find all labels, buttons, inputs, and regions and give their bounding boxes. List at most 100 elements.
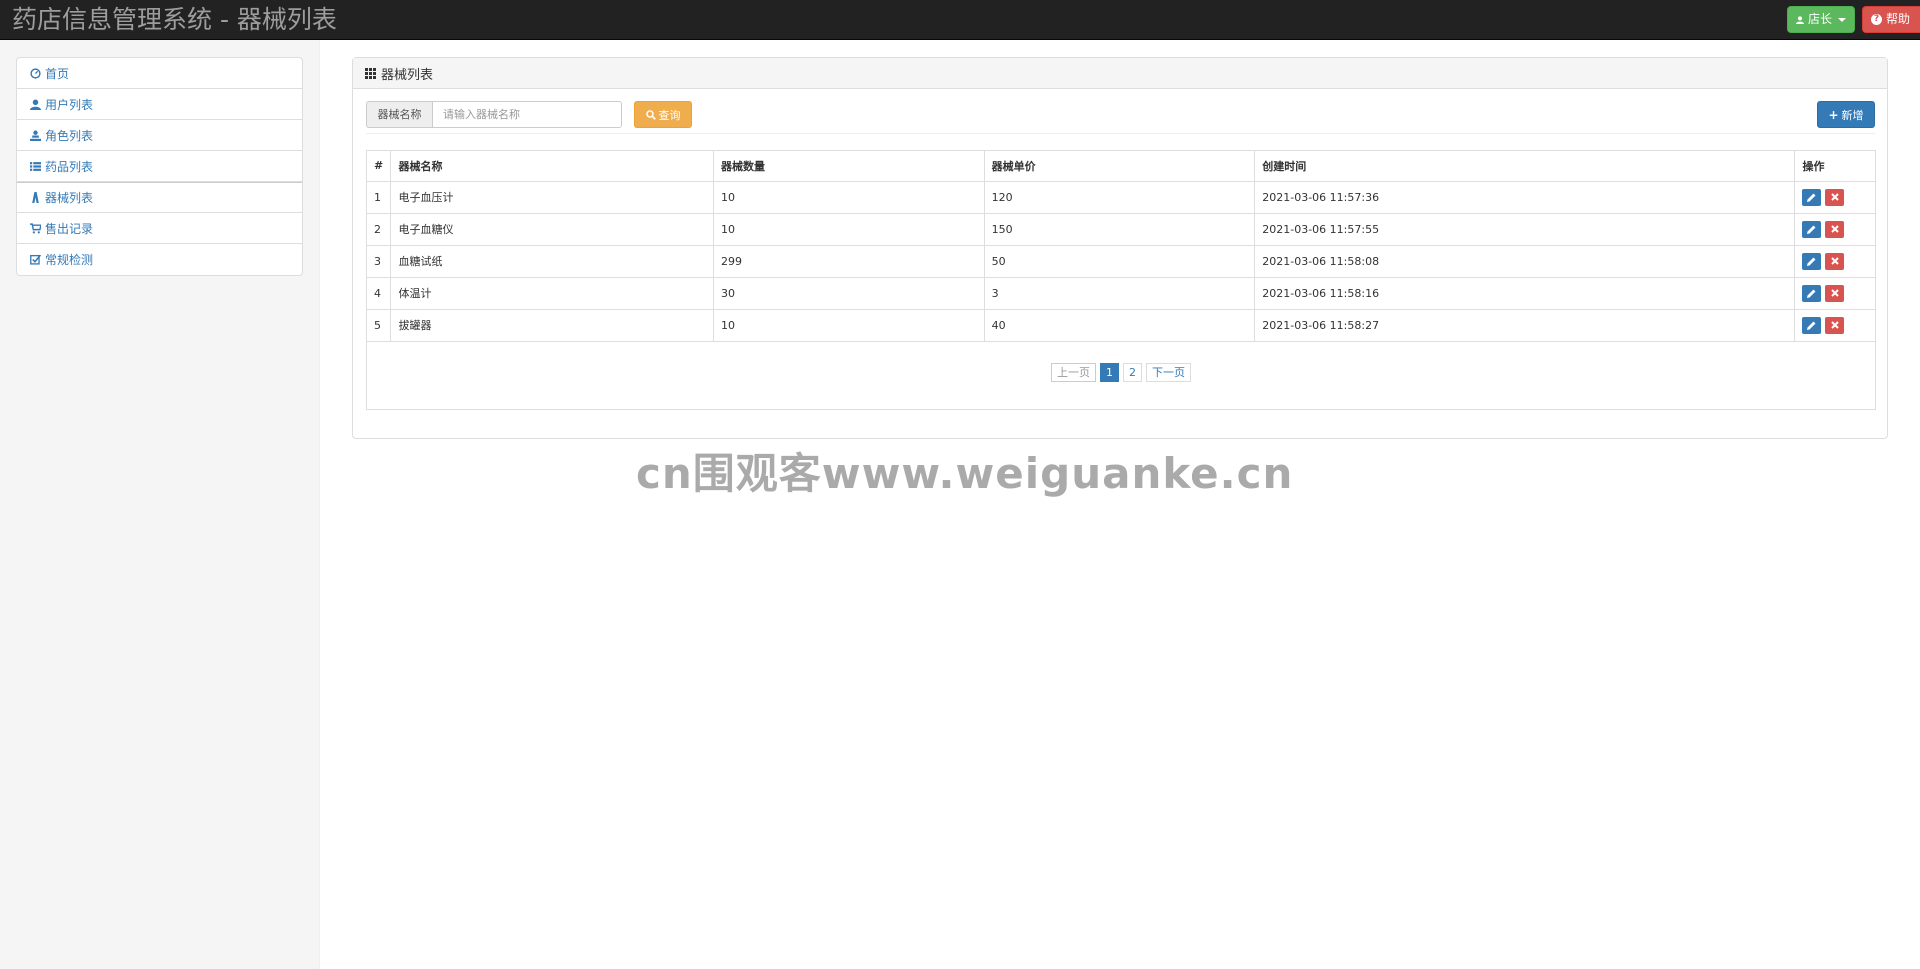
page-button-1[interactable]: 1: [1100, 363, 1119, 382]
search-form: 器械名称 查询: [366, 101, 692, 128]
sidebar-item-label: 售出记录: [45, 221, 94, 236]
sidebar-item-roles[interactable]: 角色列表: [17, 120, 302, 151]
sidebar-menu: 首页 用户列表 角色列表 药品列表 器械列表 售出记录 常规检测: [16, 57, 303, 276]
page-button-2[interactable]: 2: [1123, 363, 1142, 382]
sidebar-item-label: 常规检测: [45, 253, 94, 267]
cell-actions: [1794, 212, 1875, 246]
query-button-label: 查询: [658, 108, 681, 122]
sidebar-item-sales[interactable]: 售出记录: [17, 213, 302, 244]
cell-quantity: 299: [713, 244, 985, 278]
instrument-table: # 器械名称 器械数量 器械单价 创建时间 操作 1 电子血压计 10 120 …: [367, 151, 1875, 342]
cell-index: 4: [367, 276, 392, 310]
divider: [366, 133, 1875, 134]
edit-button[interactable]: [1802, 220, 1822, 238]
sidebar-item-label: 器械列表: [45, 191, 94, 205]
question-icon: ?: [1871, 14, 1882, 25]
delete-button[interactable]: [1825, 188, 1845, 206]
sidebar-item-medicines[interactable]: 药品列表: [17, 151, 302, 182]
panel-heading: 器械列表: [353, 58, 1887, 89]
cell-index: 1: [367, 180, 392, 214]
sidebar-item-users[interactable]: 用户列表: [17, 89, 302, 120]
user-menu-label: 店长: [1807, 12, 1832, 26]
edit-button[interactable]: [1802, 284, 1822, 302]
cell-price: 150: [983, 212, 1256, 246]
add-button[interactable]: + 新增: [1817, 101, 1875, 128]
pencil-icon: [1807, 289, 1816, 298]
table-row: 5 拔罐器 10 40 2021-03-06 11:58:27: [367, 308, 1875, 342]
close-icon: [1831, 257, 1839, 265]
instrument-icon: [32, 192, 39, 203]
sidebar-item-checks[interactable]: 常规检测: [17, 244, 302, 275]
cell-index: 3: [367, 244, 392, 278]
cell-created: 2021-03-06 11:58:16: [1254, 276, 1796, 310]
cell-name: 电子血压计: [390, 180, 715, 214]
prev-page-button[interactable]: 上一页: [1051, 363, 1096, 382]
delete-button[interactable]: [1825, 284, 1845, 302]
instrument-panel: 器械列表 器械名称 查询 + 新增 # 器械名称 器械数量 器械单价 创建时间: [352, 57, 1888, 439]
instrument-table-container: # 器械名称 器械数量 器械单价 创建时间 操作 1 电子血压计 10 120 …: [366, 150, 1876, 410]
cell-name: 血糖试纸: [390, 244, 715, 278]
panel-title: 器械列表: [381, 67, 434, 83]
table-row: 2 电子血糖仪 10 150 2021-03-06 11:57:55: [367, 212, 1875, 246]
cell-index: 2: [367, 212, 392, 246]
list-icon: [30, 161, 41, 171]
app-title: 药店信息管理系统 - 器械列表: [12, 5, 337, 34]
pencil-icon: [1807, 225, 1816, 234]
sidebar-item-label: 用户列表: [45, 97, 94, 112]
col-created: 创建时间: [1254, 151, 1796, 182]
delete-button[interactable]: [1825, 252, 1845, 270]
cell-quantity: 10: [713, 180, 985, 214]
pencil-icon: [1807, 257, 1816, 266]
role-icon: [30, 130, 41, 141]
cell-quantity: 10: [713, 212, 985, 246]
cell-created: 2021-03-06 11:58:27: [1254, 308, 1796, 342]
pencil-icon: [1807, 321, 1816, 330]
grid-icon: [365, 67, 376, 79]
cell-actions: [1794, 180, 1875, 214]
search-label: 器械名称: [366, 101, 432, 128]
col-name: 器械名称: [390, 151, 715, 182]
cell-actions: [1794, 308, 1875, 342]
user-icon: [30, 99, 41, 110]
sidebar-item-home[interactable]: 首页: [17, 58, 302, 89]
cell-name: 拔罐器: [390, 308, 715, 342]
user-menu-button[interactable]: 店长: [1787, 6, 1855, 33]
help-button[interactable]: ? 帮助: [1862, 6, 1920, 33]
edit-button[interactable]: [1802, 188, 1822, 206]
cell-price: 50: [983, 244, 1256, 278]
sidebar-item-label: 角色列表: [45, 128, 94, 143]
edit-button[interactable]: [1802, 252, 1822, 270]
cell-quantity: 10: [713, 308, 985, 342]
cell-created: 2021-03-06 11:58:08: [1254, 244, 1796, 278]
query-button[interactable]: 查询: [634, 101, 692, 128]
delete-button[interactable]: [1825, 220, 1845, 238]
cell-price: 40: [983, 308, 1256, 342]
cell-created: 2021-03-06 11:57:55: [1254, 212, 1796, 246]
cell-quantity: 30: [713, 276, 985, 310]
pagination: 上一页 1 2 下一页: [367, 363, 1875, 382]
pencil-icon: [1807, 193, 1816, 202]
cell-price: 3: [983, 276, 1256, 310]
cell-actions: [1794, 276, 1875, 310]
close-icon: [1831, 193, 1839, 201]
cell-index: 5: [367, 308, 392, 342]
edit-button[interactable]: [1802, 316, 1822, 334]
delete-button[interactable]: [1825, 316, 1845, 334]
sidebar-item-label: 药品列表: [45, 159, 94, 174]
close-icon: [1831, 289, 1839, 297]
cell-created: 2021-03-06 11:57:36: [1254, 180, 1796, 214]
next-page-button[interactable]: 下一页: [1146, 363, 1191, 382]
sidebar: 首页 用户列表 角色列表 药品列表 器械列表 售出记录 常规检测: [0, 40, 320, 969]
user-icon: [1796, 15, 1804, 24]
sidebar-item-instruments[interactable]: 器械列表: [17, 182, 302, 213]
col-price: 器械单价: [983, 151, 1256, 182]
cell-name: 电子血糖仪: [390, 212, 715, 246]
top-navbar: 药店信息管理系统 - 器械列表 店长 ? 帮助: [0, 0, 1920, 40]
cell-price: 120: [983, 180, 1256, 214]
search-input[interactable]: [432, 101, 622, 128]
help-label: 帮助: [1886, 12, 1911, 26]
dashboard-icon: [30, 67, 41, 79]
cell-actions: [1794, 244, 1875, 278]
table-row: 3 血糖试纸 299 50 2021-03-06 11:58:08: [367, 244, 1875, 278]
plus-icon: +: [1828, 107, 1839, 122]
